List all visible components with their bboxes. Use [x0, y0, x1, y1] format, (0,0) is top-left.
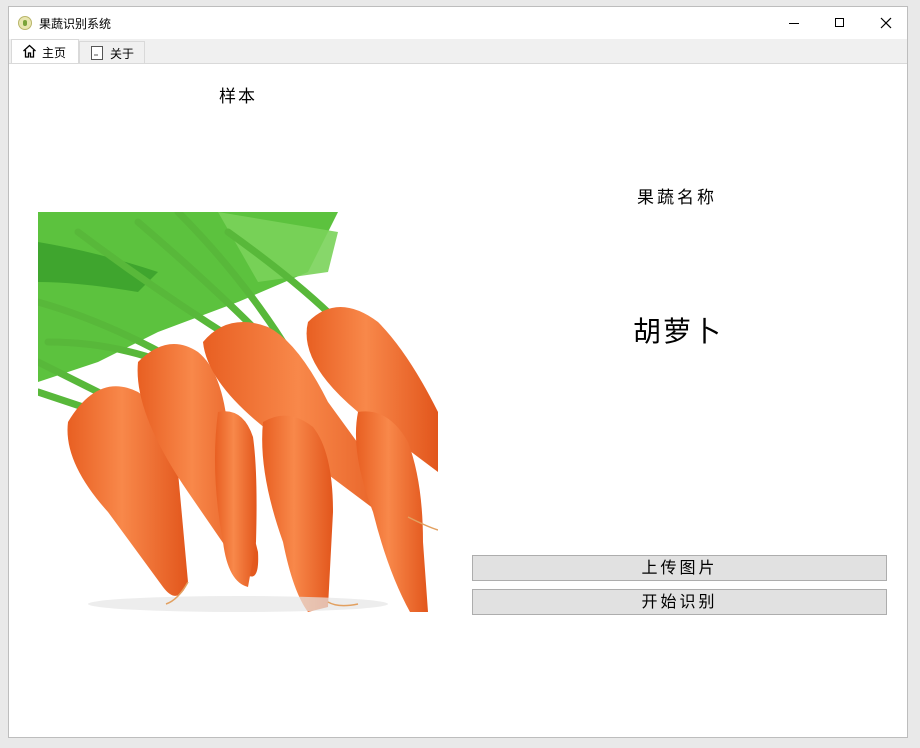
tab-home[interactable]: 主页 [11, 39, 79, 63]
window-title: 果蔬识别系统 [39, 17, 112, 31]
tab-strip: 主页 关于 [9, 39, 907, 63]
sample-label: 样本 [219, 87, 257, 107]
close-icon [880, 17, 892, 29]
upload-image-button[interactable]: 上传图片 [472, 555, 887, 581]
title-bar[interactable]: 果蔬识别系统 [9, 7, 907, 39]
start-recognition-button[interactable]: 开始识别 [472, 589, 887, 615]
tab-about[interactable]: 关于 [79, 41, 145, 63]
tab-about-label: 关于 [110, 47, 135, 61]
close-button[interactable] [863, 7, 909, 39]
app-logo-icon [18, 16, 32, 30]
minimize-button[interactable] [771, 7, 817, 39]
maximize-button[interactable] [817, 7, 863, 39]
carrot-photo [38, 212, 438, 612]
app-window: 果蔬识别系统 主页 关于 样本 果蔬名称 胡萝卜 上传图片 开始识别 [8, 6, 908, 738]
tab-home-label: 主页 [42, 46, 67, 60]
main-panel: 样本 果蔬名称 胡萝卜 上传图片 开始识别 [9, 63, 907, 737]
sample-image [38, 212, 438, 612]
home-icon [23, 44, 36, 58]
recognition-result: 胡萝卜 [633, 315, 724, 348]
document-icon [91, 46, 103, 60]
fruit-name-label: 果蔬名称 [637, 188, 717, 208]
